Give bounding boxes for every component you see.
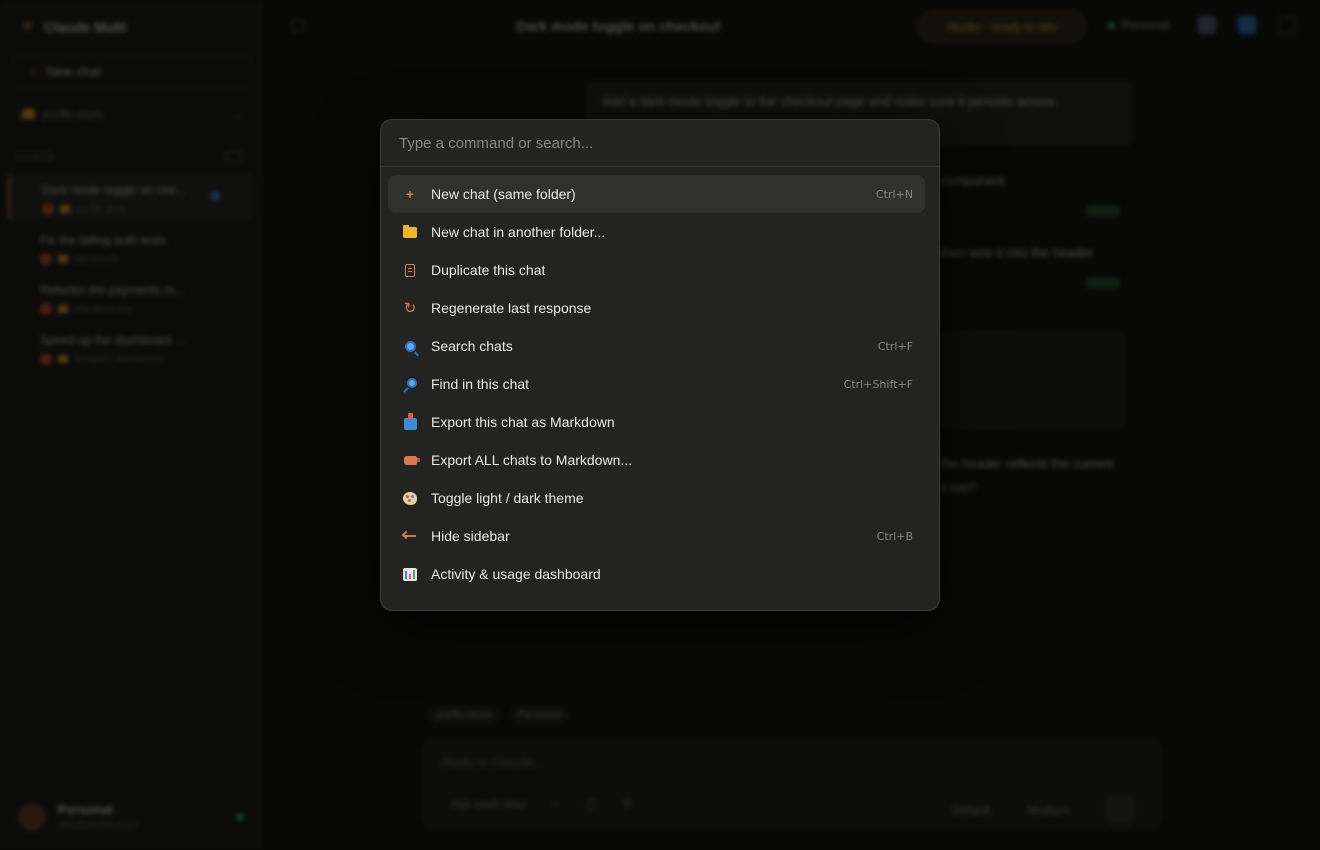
command-export-all-chats[interactable]: Export ALL chats to Markdown... (388, 441, 925, 479)
shortcut-hint: Ctrl+F (877, 339, 913, 353)
command-toggle-theme[interactable]: Toggle light / dark theme (388, 479, 925, 517)
shortcut-hint: Ctrl+N (875, 187, 913, 201)
command-label: Export this chat as Markdown (431, 414, 615, 430)
command-palette: + New chat (same folder) Ctrl+N New chat… (380, 119, 940, 611)
command-export-chat-markdown[interactable]: Export this chat as Markdown (388, 403, 925, 441)
plus-icon: + (405, 186, 415, 202)
command-duplicate-chat[interactable]: Duplicate this chat (388, 251, 925, 289)
regenerate-icon: ↻ (403, 299, 417, 317)
command-label: Find in this chat (431, 376, 530, 392)
command-new-chat-same-folder[interactable]: + New chat (same folder) Ctrl+N (388, 175, 925, 213)
dashboard-icon (402, 566, 418, 582)
command-label: New chat in another folder... (431, 224, 606, 240)
command-label: Regenerate last response (431, 300, 592, 316)
shortcut-hint: Ctrl+B (876, 529, 913, 543)
export-all-icon (402, 452, 420, 468)
palette-icon (402, 490, 418, 506)
command-label: Toggle light / dark theme (431, 490, 584, 506)
command-label: Duplicate this chat (431, 262, 546, 278)
hide-sidebar-icon (402, 528, 418, 544)
command-regenerate-response[interactable]: ↻ Regenerate last response (388, 289, 925, 327)
duplicate-icon (402, 262, 418, 278)
folder-icon (402, 224, 418, 240)
command-label: Search chats (431, 338, 513, 354)
command-label: Export ALL chats to Markdown... (431, 452, 633, 468)
command-label: Hide sidebar (431, 528, 510, 544)
command-search-chats[interactable]: Search chats Ctrl+F (388, 327, 925, 365)
command-label: New chat (same folder) (431, 186, 576, 202)
shortcut-hint: Ctrl+Shift+F (843, 377, 913, 391)
command-hide-sidebar[interactable]: Hide sidebar Ctrl+B (388, 517, 925, 555)
export-icon (402, 412, 418, 430)
command-search-input[interactable] (381, 120, 939, 167)
find-icon (402, 376, 418, 392)
search-icon (402, 338, 418, 354)
command-label: Activity & usage dashboard (431, 566, 601, 582)
command-list: + New chat (same folder) Ctrl+N New chat… (381, 167, 939, 593)
command-find-in-chat[interactable]: Find in this chat Ctrl+Shift+F (388, 365, 925, 403)
command-activity-dashboard[interactable]: Activity & usage dashboard (388, 555, 925, 593)
command-new-chat-another-folder[interactable]: New chat in another folder... (388, 213, 925, 251)
